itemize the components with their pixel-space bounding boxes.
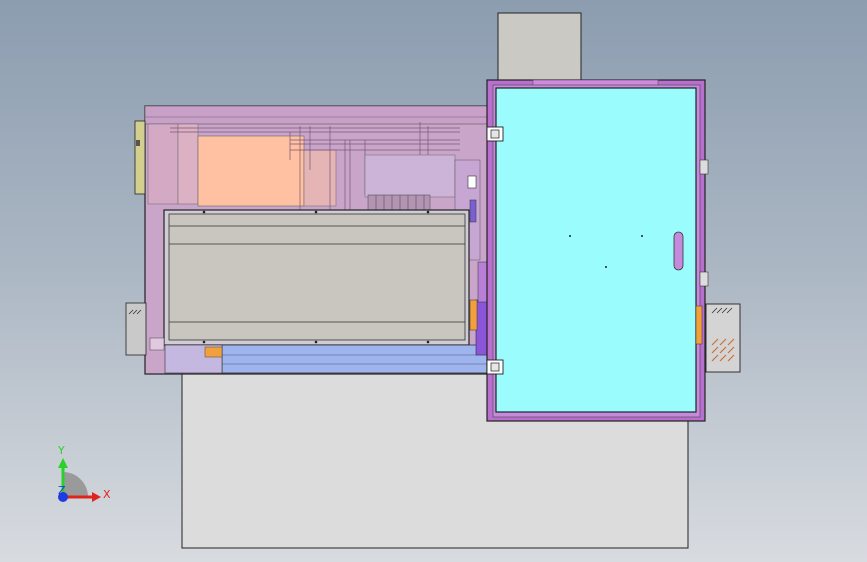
hinge-bottom [486,359,504,375]
hinge-top [486,126,504,142]
main-body-top-rail [144,105,489,125]
orange-block-right [469,299,478,331]
cad-viewport[interactable]: Y X Z [0,0,867,562]
orange-block-bottom [204,346,223,358]
inner-chamber [364,154,456,198]
door-handle[interactable] [673,231,684,271]
purple-strip [475,299,489,356]
left-column [147,123,179,205]
axis-z-label: Z [58,484,66,497]
ribbed-block [367,194,431,211]
top-block [497,12,582,84]
axis-x-label: X [103,488,111,501]
left-vent-box [125,302,147,356]
tray-inner [168,213,466,341]
left-handle [134,120,146,195]
right-vent-box [705,303,741,373]
blue-lower-tray [221,344,489,374]
salmon-panel [197,135,305,207]
cyan-door-glass [495,87,697,413]
cad-drawing: Y X Z [57,12,741,549]
axis-y-label: Y [57,444,65,457]
